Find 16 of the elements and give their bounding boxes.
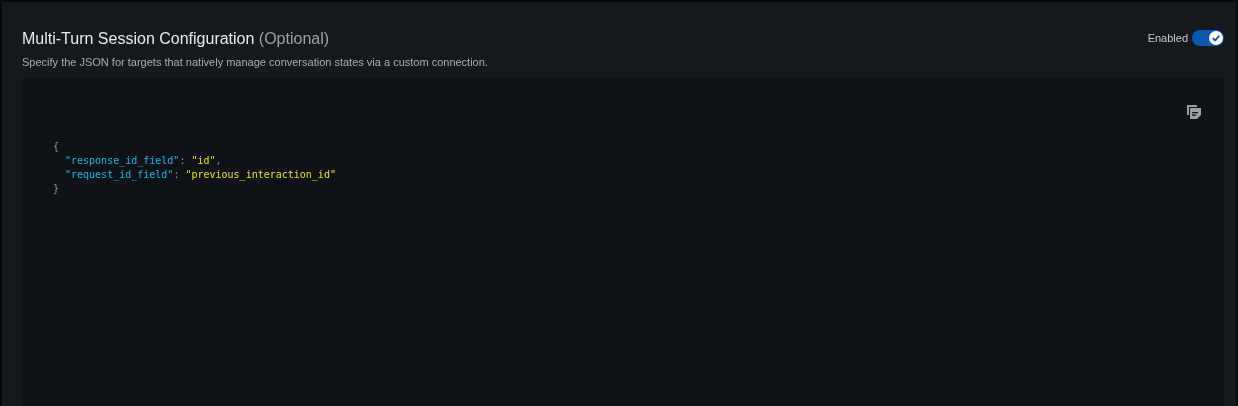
code-editor[interactable]: { "response_id_field": "id", "request_id_field": "previous_interaction_id" } [22, 78, 1224, 406]
json-string: "previous_interaction_id" [185, 169, 336, 180]
optional-label: (Optional) [258, 30, 330, 47]
json-punctuation: { [53, 141, 60, 152]
enabled-toggle[interactable] [1192, 30, 1224, 46]
json-punctuation: } [53, 183, 60, 194]
section-description: Specify the JSON for targets that natively manage conversation states via a custom connection. [22, 56, 488, 68]
json-punctuation: : [179, 155, 187, 166]
json-punctuation: , [215, 155, 222, 166]
json-string: "id" [191, 155, 216, 166]
json-key: "request_id_field" [65, 169, 174, 180]
json-key: "response_id_field" [65, 155, 180, 166]
section-title: Multi-Turn Session Configuration (Optional) [22, 29, 331, 49]
toggle-label: Enabled [1147, 32, 1188, 44]
copy-icon[interactable] [1186, 104, 1202, 120]
json-punctuation: : [173, 169, 181, 180]
